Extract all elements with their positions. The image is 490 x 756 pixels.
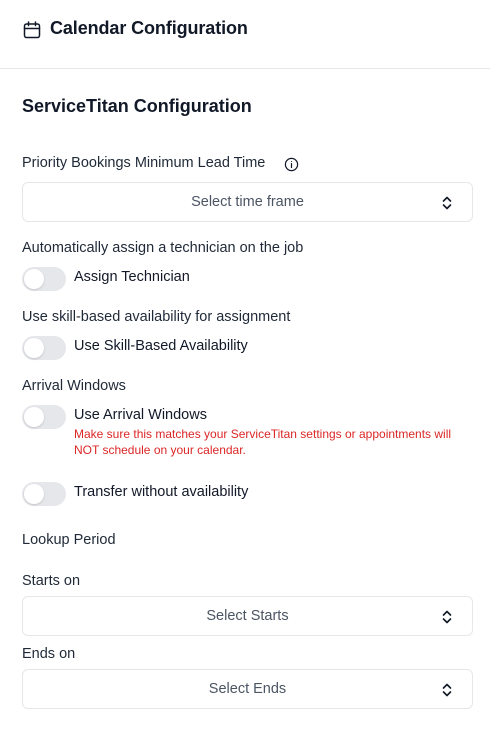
assign-technician-label: Automatically assign a technician on the… — [22, 240, 304, 256]
skill-availability-toggle[interactable] — [22, 336, 66, 360]
skill-availability-toggle-label: Use Skill-Based Availability — [74, 338, 248, 354]
ends-on-label: Ends on — [22, 646, 76, 662]
transfer-without-availability-toggle[interactable] — [22, 482, 66, 506]
page-title: Calendar Configuration — [50, 18, 248, 38]
chevron-up-down-icon — [442, 610, 452, 624]
transfer-without-availability-toggle-label: Transfer without availability — [74, 484, 249, 500]
arrival-windows-toggle-label: Use Arrival Windows — [74, 407, 207, 423]
toggle-knob — [24, 484, 44, 504]
info-icon[interactable] — [284, 157, 299, 172]
toggle-knob — [24, 338, 44, 358]
starts-on-select[interactable]: Select Starts — [22, 596, 473, 636]
arrival-windows-toggle[interactable] — [22, 405, 66, 429]
page-header: Calendar Configuration — [0, 0, 490, 69]
priority-lead-time-value: Select time frame — [191, 194, 304, 210]
toggle-knob — [24, 269, 44, 289]
skill-availability-label: Use skill-based availability for assignm… — [22, 309, 291, 325]
assign-technician-toggle[interactable] — [22, 267, 66, 291]
chevron-up-down-icon — [442, 196, 452, 210]
calendar-icon — [23, 21, 41, 39]
priority-lead-time-select[interactable]: Select time frame — [22, 182, 473, 222]
starts-on-label: Starts on — [22, 573, 81, 589]
ends-on-select[interactable]: Select Ends — [22, 669, 473, 709]
section-title: ServiceTitan Configuration — [22, 96, 252, 116]
arrival-windows-label: Arrival Windows — [22, 378, 126, 394]
ends-on-value: Select Ends — [208, 681, 287, 697]
arrival-windows-warning: Make sure this matches your ServiceTitan… — [74, 427, 452, 457]
priority-lead-time-label: Priority Bookings Minimum Lead Time — [22, 155, 266, 171]
assign-technician-toggle-label: Assign Technician — [74, 269, 190, 285]
toggle-knob — [24, 407, 44, 427]
lookup-period-title: Lookup Period — [22, 532, 116, 548]
chevron-up-down-icon — [442, 683, 452, 697]
starts-on-value: Select Starts — [206, 608, 289, 624]
